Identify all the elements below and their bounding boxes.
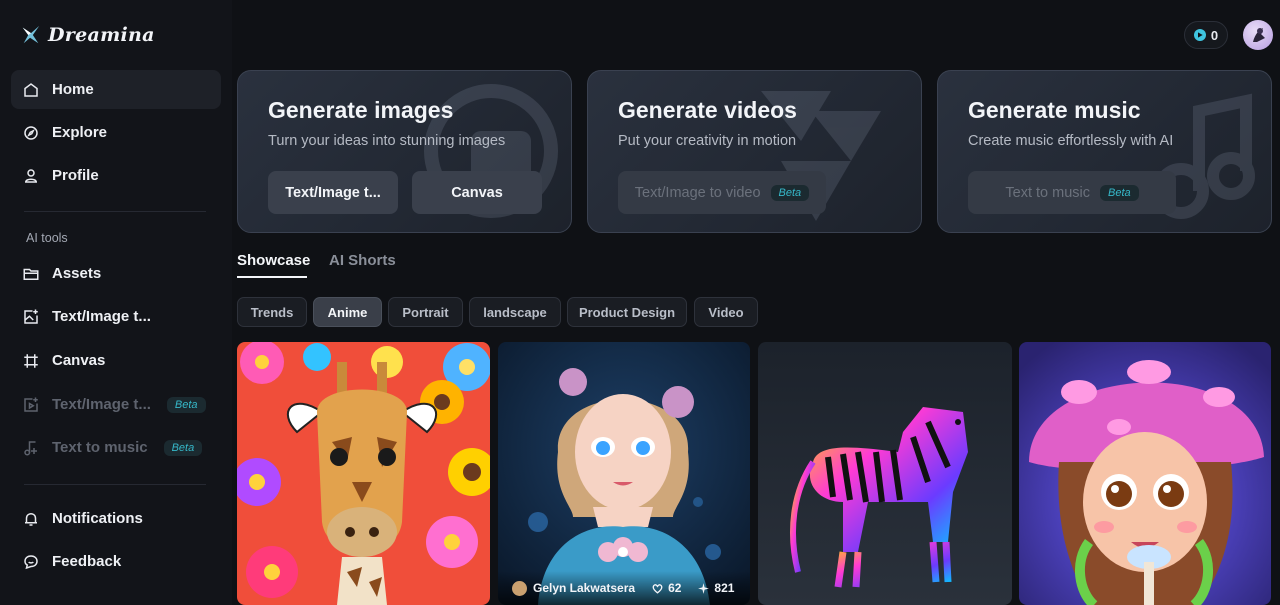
sidebar-item-label: Profile [52,167,99,184]
section-label-ai-tools: AI tools [26,231,68,245]
beta-badge: Beta [163,439,203,456]
user-icon [24,168,38,183]
sidebar-item-text-to-music[interactable]: Text to music Beta [11,428,221,467]
beta-badge: Beta [770,184,810,201]
card-title: Generate images [268,97,454,123]
mushroom-girl-image [1019,342,1271,605]
remix-count: 821 [714,581,735,595]
credits-count: 0 [1210,27,1219,43]
likes-stat[interactable]: 62 [651,581,681,595]
sidebar-divider [24,484,206,485]
card-subtitle: Turn your ideas into stunning images [268,133,506,149]
sidebar-item-label: Text/Image t... [52,308,151,325]
sidebar-item-label: Text to music [52,439,148,456]
text-image-button[interactable]: Text/Image t... [268,171,398,214]
gallery-item-zebra[interactable] [758,342,1012,605]
card-title: Generate videos [618,97,797,123]
chip-anime[interactable]: Anime [313,297,382,327]
tile-meta: Gelyn Lakwatsera 62 821 [498,571,750,605]
folder-icon [23,268,39,280]
avatar-figure-icon [1253,28,1265,42]
sidebar-item-profile[interactable]: Profile [11,156,221,195]
sidebar-item-label: Notifications [52,510,143,527]
music-icon [24,440,37,455]
sidebar: Dreamina Home Explore Profile AI tools A… [0,0,232,605]
button-label: Text to music [1005,184,1090,201]
tab-showcase[interactable]: Showcase [237,252,310,269]
avatar[interactable] [1243,20,1273,50]
bell-icon [25,512,37,526]
sidebar-item-label: Home [52,81,94,98]
generate-music-card[interactable]: Generate music Create music effortlessly… [937,70,1272,233]
doll-image [498,342,750,605]
logo-text: Dreamina [48,24,155,46]
generate-videos-card[interactable]: Generate videos Put your creativity in m… [587,70,922,233]
video-icon [24,397,38,412]
sidebar-item-notifications[interactable]: Notifications [11,499,221,538]
feedback-icon [24,554,38,569]
canvas-button[interactable]: Canvas [412,171,542,214]
sidebar-item-assets[interactable]: Assets [11,254,221,293]
gallery-item-giraffe[interactable] [237,342,490,605]
text-to-music-button[interactable]: Text to music Beta [968,171,1176,214]
canvas-icon [24,353,38,368]
generate-images-card[interactable]: Generate images Turn your ideas into stu… [237,70,572,233]
chip-trends[interactable]: Trends [237,297,307,327]
chip-portrait[interactable]: Portrait [388,297,463,327]
text-image-to-video-button[interactable]: Text/Image to video Beta [618,171,826,214]
gallery-item-mushroom-girl[interactable] [1019,342,1271,605]
chip-product-design[interactable]: Product Design [567,297,687,327]
credit-coin-icon [1193,29,1206,41]
giraffe-image [237,342,490,605]
sidebar-item-explore[interactable]: Explore [11,113,221,152]
compass-icon [24,125,38,140]
card-subtitle: Create music effortlessly with AI [968,133,1174,149]
tab-ai-shorts[interactable]: AI Shorts [329,252,396,269]
sidebar-item-label: Feedback [52,553,122,570]
sidebar-item-label: Assets [52,265,102,282]
remix-stat[interactable]: 821 [697,581,734,595]
chip-video[interactable]: Video [694,297,758,327]
sidebar-item-feedback[interactable]: Feedback [11,542,221,581]
sidebar-divider [24,211,206,212]
beta-badge: Beta [166,396,206,413]
credits-button[interactable]: 0 [1184,21,1228,49]
heart-icon [652,583,663,594]
sidebar-item-label: Text/Image t... [52,396,151,413]
card-title: Generate music [968,97,1141,123]
beta-badge: Beta [1099,184,1139,201]
sidebar-item-home[interactable]: Home [11,70,221,109]
sidebar-item-label: Explore [52,124,108,141]
home-icon [24,82,38,97]
sidebar-item-text-image-video[interactable]: Text/Image t... Beta [11,385,221,424]
active-tab-indicator [237,276,307,278]
sidebar-item-text-image[interactable]: Text/Image t... [11,297,221,336]
sidebar-item-label: Canvas [52,352,106,369]
sidebar-item-canvas[interactable]: Canvas [11,341,221,380]
image-edit-icon [24,309,38,324]
author-avatar[interactable] [512,580,527,596]
gallery-item-doll[interactable]: Gelyn Lakwatsera 62 821 [498,342,750,605]
author-name[interactable]: Gelyn Lakwatsera [533,581,635,595]
likes-count: 62 [668,581,682,595]
zebra-image [758,342,1012,605]
dreamina-logo-icon [22,25,40,44]
sparkle-icon [698,582,710,594]
card-subtitle: Put your creativity in motion [618,133,797,149]
button-label: Text/Image to video [634,184,761,201]
chip-landscape[interactable]: landscape [469,297,561,327]
logo[interactable]: Dreamina [20,22,155,48]
